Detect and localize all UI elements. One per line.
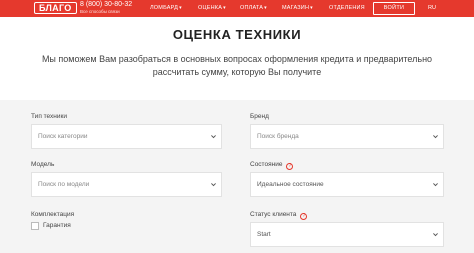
warranty-checkbox[interactable] (31, 222, 39, 230)
language-switch[interactable]: RU (428, 4, 436, 12)
warranty-checkbox-label: Гарантия (43, 222, 71, 229)
page-description: Мы поможем Вам разобраться в основных во… (41, 54, 433, 77)
nav-item-label: ОТДЕЛЕНИЯ (329, 5, 365, 11)
contact-block: 8 (800) 30-80-32 Все способы связи (80, 0, 132, 15)
brand-label: Бренд (250, 113, 269, 120)
model-placeholder: Поиск по модели (38, 181, 90, 188)
kit-label: Комплектация (31, 211, 75, 218)
brand-placeholder: Поиск бренда (257, 133, 299, 140)
nav-item-label: МАГАЗИН (282, 5, 310, 11)
device-type-placeholder: Поиск категории (38, 133, 88, 140)
chevron-down-icon: ▾ (264, 5, 267, 11)
chevron-down-icon: ▾ (179, 5, 182, 11)
nav-item-label: ОЦЕНКА (198, 5, 223, 11)
nav-item-payment[interactable]: ОПЛАТА▾ (240, 4, 267, 12)
chevron-down-icon (211, 135, 216, 139)
chevron-down-icon (433, 135, 438, 139)
page-title: ОЦЕНКА ТЕХНИКИ (172, 27, 302, 42)
client-status-label-text: Статус клиента (250, 211, 297, 218)
login-button[interactable]: ВОЙТИ (373, 2, 415, 15)
nav-item-pawnshop[interactable]: ЛОМБАРД▾ (150, 4, 182, 12)
nav-item-branches[interactable]: ОТДЕЛЕНИЯ (329, 4, 365, 12)
condition-label-text: Состояние (250, 161, 283, 168)
device-type-select[interactable]: Поиск категории (31, 124, 222, 149)
client-status-value: Start (257, 231, 271, 238)
chevron-down-icon: ▾ (310, 5, 313, 11)
model-select[interactable]: Поиск по модели (31, 172, 222, 197)
brand-select[interactable]: Поиск бренда (250, 124, 444, 149)
chevron-down-icon (433, 233, 438, 237)
client-status-label: Статус клиента? (250, 210, 308, 220)
help-icon[interactable]: ? (286, 163, 294, 170)
chevron-down-icon (433, 183, 438, 187)
chevron-down-icon (211, 183, 216, 187)
condition-select[interactable]: Идеальное состояние (250, 172, 444, 197)
nav-item-label: ЛОМБАРД (150, 5, 179, 11)
help-icon[interactable]: ? (300, 213, 308, 220)
model-label: Модель (31, 161, 55, 168)
logo[interactable]: БЛАГО (34, 2, 77, 14)
client-status-select[interactable]: Start (250, 222, 444, 247)
top-header: БЛАГО 8 (800) 30-80-32 Все способы связи… (0, 0, 474, 17)
nav-item-appraisal[interactable]: ОЦЕНКА▾ (198, 4, 226, 12)
condition-label: Состояние? (250, 160, 294, 170)
nav-item-label: ОПЛАТА (240, 5, 264, 11)
condition-value: Идеальное состояние (257, 181, 324, 188)
nav-item-shop[interactable]: МАГАЗИН▾ (282, 4, 313, 12)
device-type-label: Тип техники (31, 113, 67, 120)
contact-link[interactable]: Все способы связи (80, 9, 132, 15)
phone-number[interactable]: 8 (800) 30-80-32 (80, 0, 132, 9)
chevron-down-icon: ▾ (223, 5, 226, 11)
